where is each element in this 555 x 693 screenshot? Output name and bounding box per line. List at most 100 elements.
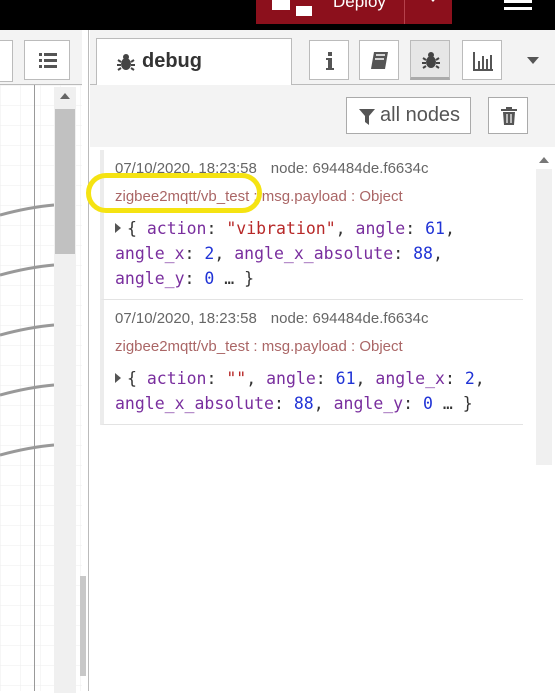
- message-payload[interactable]: { action: "vibration", angle: 61, angle_…: [115, 216, 523, 291]
- payload-colon: :: [393, 244, 414, 263]
- workspace-tabs: [0, 30, 82, 85]
- payload-colon: :: [315, 369, 336, 388]
- chart-icon: [473, 52, 493, 71]
- payload-value: "vibration": [226, 219, 336, 238]
- menu-icon[interactable]: [504, 0, 532, 16]
- tab-info[interactable]: [309, 40, 349, 80]
- debug-toolbar: all nodes: [90, 85, 555, 147]
- message-payload[interactable]: { action: "", angle: 61, angle_x: 2, ang…: [115, 366, 523, 416]
- payload-colon: :: [184, 269, 205, 288]
- payload-colon: :: [184, 244, 205, 263]
- payload-key: angle_y: [115, 269, 185, 288]
- payload-colon: :: [273, 394, 294, 413]
- sidebar: debug all nodes 07/10/2020, 18:23:58 nod…: [86, 30, 555, 691]
- payload-open: {: [127, 219, 147, 238]
- payload-key: angle: [266, 369, 316, 388]
- payload-value: 2: [204, 244, 215, 263]
- list-icon-line: [39, 59, 57, 62]
- payload-colon: :: [444, 369, 465, 388]
- payload-key: angle_x_absolute: [234, 244, 394, 263]
- payload-value: 61: [425, 219, 445, 238]
- scroll-up-icon[interactable]: [539, 157, 549, 163]
- payload-key: angle_x: [115, 244, 185, 263]
- message-topic-line: zigbee2mqtt/vb_test : msg.payload : Obje…: [115, 336, 523, 358]
- scrollbar-track[interactable]: [536, 169, 552, 465]
- payload-comma: ,: [335, 219, 356, 238]
- payload-key: angle: [355, 219, 406, 238]
- scroll-up-icon[interactable]: [60, 93, 70, 99]
- scrollbar-thumb[interactable]: [55, 109, 75, 254]
- deploy-icon: [272, 0, 312, 20]
- payload-value: 61: [335, 369, 356, 388]
- payload-value: 0: [423, 394, 433, 413]
- message-meta: 07/10/2020, 18:23:58 node: 694484de.f6634…: [115, 308, 523, 330]
- trash-icon: [501, 107, 517, 125]
- message-timestamp: 07/10/2020, 18:23:58: [115, 310, 257, 327]
- payload-close: … }: [432, 394, 473, 413]
- topic-separator: :: [249, 338, 262, 355]
- payload-close: … }: [214, 269, 255, 288]
- payload-colon: :: [206, 219, 227, 238]
- message-node-link[interactable]: node: 694484de.f6634c: [271, 310, 429, 327]
- tab-debug-icon[interactable]: [410, 40, 450, 80]
- payload-comma: ,: [474, 369, 485, 388]
- topic-separator: :: [249, 188, 262, 205]
- list-icon-line: [39, 65, 57, 68]
- payload-value: 88: [293, 394, 314, 413]
- bug-icon: [117, 54, 135, 71]
- workspace: [0, 30, 82, 693]
- expand-icon[interactable]: [115, 223, 121, 233]
- clear-messages-button[interactable]: [488, 97, 528, 134]
- payload-value: 2: [464, 369, 475, 388]
- message-topic-line: zigbee2mqtt/vb_test : msg.payload : Obje…: [115, 186, 523, 208]
- message-node-link[interactable]: node: 694484de.f6634c: [271, 160, 429, 177]
- debug-messages: 07/10/2020, 18:23:58 node: 694484de.f6634…: [86, 147, 555, 691]
- book-icon: [371, 52, 388, 69]
- payload-comma: ,: [432, 244, 443, 263]
- payload-colon: :: [206, 369, 227, 388]
- canvas-scrollbar[interactable]: [54, 87, 76, 693]
- list-flows-button[interactable]: [24, 40, 70, 80]
- payload-value: "": [226, 369, 247, 388]
- message-topic: zigbee2mqtt/vb_test: [115, 188, 250, 205]
- tab-dashboard[interactable]: [462, 40, 502, 80]
- header-bar: Deploy: [0, 0, 555, 30]
- filter-button[interactable]: all nodes: [346, 97, 471, 134]
- message-timestamp: 07/10/2020, 18:23:58: [115, 160, 257, 177]
- list-icon: [39, 53, 57, 56]
- deploy-label: Deploy: [333, 0, 386, 11]
- tab-debug[interactable]: debug: [96, 38, 292, 85]
- debug-message: 07/10/2020, 18:23:58 node: 694484de.f6634…: [86, 150, 523, 300]
- payload-comma: ,: [246, 369, 267, 388]
- payload-value: 0: [204, 269, 215, 288]
- canvas-scrollbar-horizontal[interactable]: [80, 576, 86, 676]
- bug-icon: [422, 52, 440, 69]
- sidebar-splitter[interactable]: [88, 30, 89, 691]
- messages-scrollbar[interactable]: [534, 147, 555, 691]
- payload-key: action: [146, 219, 207, 238]
- expand-icon[interactable]: [115, 373, 121, 383]
- filter-icon: [359, 109, 375, 125]
- workspace-tab[interactable]: [0, 40, 13, 82]
- chevron-down-icon[interactable]: [527, 57, 539, 64]
- message-type: msg.payload : Object: [261, 338, 403, 355]
- payload-key: action: [146, 369, 207, 388]
- payload-key: angle_x: [375, 369, 445, 388]
- payload-comma: ,: [355, 369, 376, 388]
- payload-colon: :: [405, 219, 426, 238]
- canvas-border: [34, 85, 35, 691]
- message-list: 07/10/2020, 18:23:58 node: 694484de.f6634…: [86, 150, 523, 425]
- payload-comma: ,: [214, 244, 235, 263]
- payload-comma: ,: [313, 394, 334, 413]
- filter-label: all nodes: [380, 104, 461, 126]
- tab-debug-label: debug: [142, 50, 202, 72]
- message-meta: 07/10/2020, 18:23:58 node: 694484de.f6634…: [115, 158, 523, 180]
- info-icon: [326, 52, 334, 70]
- payload-colon: :: [403, 394, 423, 413]
- tab-help[interactable]: [359, 40, 399, 80]
- deploy-button[interactable]: Deploy: [256, 0, 452, 24]
- payload-key: angle_y: [333, 394, 404, 413]
- chevron-down-icon[interactable]: [426, 0, 440, 2]
- payload-comma: ,: [444, 219, 455, 238]
- payload-open: {: [127, 369, 147, 388]
